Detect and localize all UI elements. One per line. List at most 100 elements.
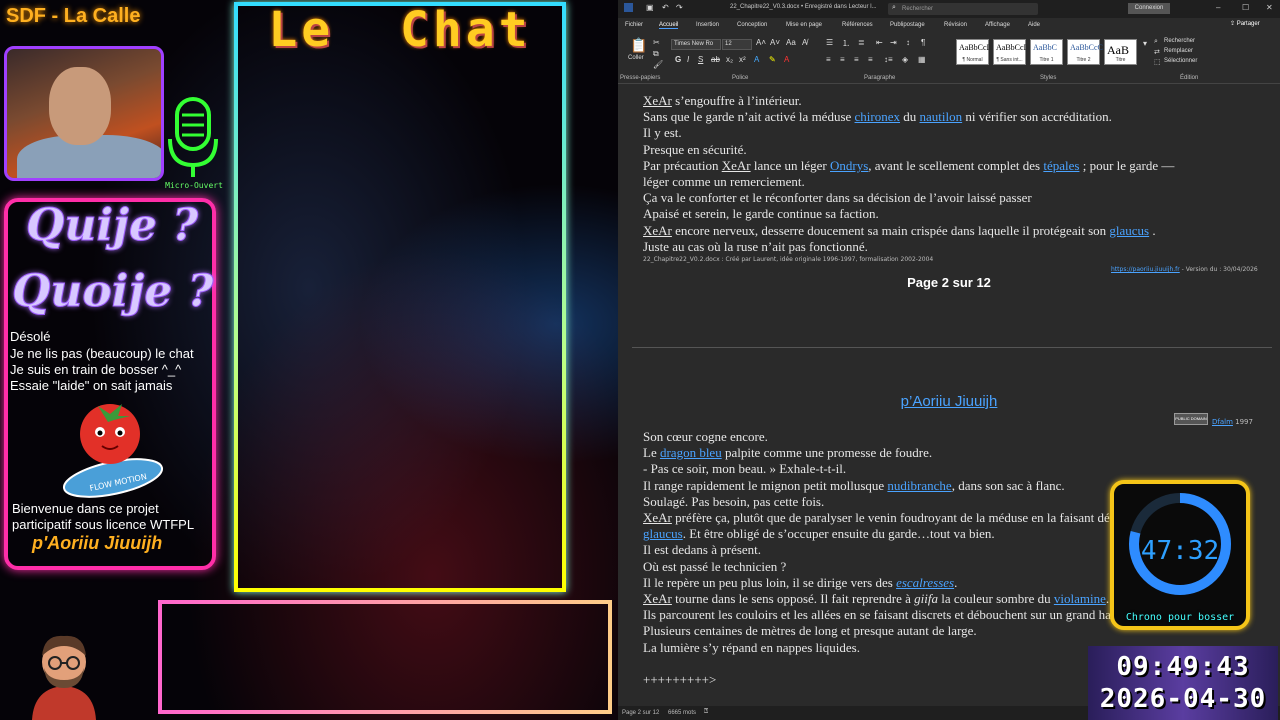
status-words[interactable]: 6665 mots xyxy=(668,710,696,716)
tab-conception[interactable]: Conception xyxy=(737,22,767,28)
tab-revision[interactable]: Révision xyxy=(944,22,967,28)
redo-icon[interactable]: ↷ xyxy=(676,3,683,12)
style-no-spacing[interactable]: AaBbCcI ¶ Sans int... xyxy=(993,39,1026,65)
text-line: La lumière s’y répand en nappes liquides… xyxy=(643,640,860,656)
text-span: . xyxy=(1105,591,1110,606)
text-effects-icon[interactable]: A xyxy=(754,55,759,64)
undo-icon[interactable]: ↶ xyxy=(662,3,669,12)
sort-icon[interactable]: ↕ xyxy=(906,38,910,47)
italic-icon[interactable]: I xyxy=(687,55,689,64)
find-button[interactable]: Rechercher xyxy=(1164,38,1195,44)
page-number: Page 2 sur 12 xyxy=(907,275,991,290)
tab-aide[interactable]: Aide xyxy=(1028,22,1040,28)
glossary-link[interactable]: Ondrys xyxy=(830,158,868,173)
tab-references[interactable]: Références xyxy=(842,22,873,28)
bold-icon[interactable]: G xyxy=(675,55,681,64)
proofing-icon[interactable]: ⍰ xyxy=(704,708,708,716)
save-icon[interactable]: ▣ xyxy=(646,3,654,12)
style-heading1[interactable]: AaBbC Titre 1 xyxy=(1030,39,1063,65)
document-author-heading: p’Aoriiu Jiuuijh xyxy=(900,393,998,410)
welcome-line: participatif sous licence WTFPL xyxy=(12,517,195,532)
tab-publipostage[interactable]: Publipostage xyxy=(890,22,925,28)
tab-insertion[interactable]: Insertion xyxy=(696,22,719,28)
clear-format-icon[interactable]: A̸ xyxy=(802,38,807,47)
justify-icon[interactable]: ≡ xyxy=(868,55,873,64)
tab-fichier[interactable]: Fichier xyxy=(625,22,643,28)
footer-link[interactable]: https://paoriiu.jiuuijh.fr xyxy=(1111,266,1180,273)
superscript-icon[interactable]: x² xyxy=(739,55,746,64)
replace-button[interactable]: Remplacer xyxy=(1164,48,1193,54)
text-span: XeAr xyxy=(643,222,672,238)
glossary-link[interactable]: chironex xyxy=(855,109,900,124)
shading-icon[interactable]: ◈ xyxy=(902,55,908,64)
glossary-link[interactable]: escalresses xyxy=(896,575,954,590)
text-span: s’engouffre à l’intérieur. xyxy=(671,93,802,108)
shrink-font-icon[interactable]: A˅ xyxy=(770,38,780,47)
search-box[interactable]: Rechercher xyxy=(888,3,1038,15)
strikethrough-icon[interactable]: ab xyxy=(711,55,720,64)
text-line: XeAr encore nerveux, desserre doucement … xyxy=(643,223,1156,239)
change-case-icon[interactable]: Aa xyxy=(786,38,796,47)
font-color-icon[interactable]: A xyxy=(784,55,789,64)
tab-affichage[interactable]: Affichage xyxy=(985,22,1010,28)
glossary-link[interactable]: nudibranche xyxy=(887,478,951,493)
text-span: , dans son sac à flanc. xyxy=(951,477,1065,493)
copy-icon[interactable]: ⧉ xyxy=(653,49,659,59)
grow-font-icon[interactable]: A˄ xyxy=(756,38,766,47)
align-left-icon[interactable]: ≡ xyxy=(826,55,831,64)
glossary-link[interactable]: violamine xyxy=(1054,591,1106,606)
underline-icon[interactable]: S xyxy=(698,55,703,64)
style-heading2[interactable]: AaBbCcC Titre 2 xyxy=(1067,39,1103,65)
text-span: . xyxy=(1149,222,1156,238)
tab-mise-en-page[interactable]: Mise en page xyxy=(786,22,822,28)
tab-accueil[interactable]: Accueil xyxy=(659,22,679,29)
clipboard-icon[interactable]: 📋 xyxy=(630,37,647,54)
subscript-icon[interactable]: x₂ xyxy=(726,55,733,64)
share-button[interactable]: ⇪ Partager xyxy=(1230,20,1260,27)
close-icon[interactable]: ✕ xyxy=(1266,3,1273,12)
status-page[interactable]: Page 2 sur 12 xyxy=(622,710,659,716)
connect-button[interactable]: Connexion xyxy=(1128,3,1170,14)
bullets-icon[interactable]: ☰ xyxy=(826,38,833,47)
text-line: - Pas ce soir, mon beau. » Exhale-t-t-il… xyxy=(643,461,846,477)
paste-button[interactable]: Coller xyxy=(628,55,644,61)
numbering-icon[interactable]: ⒈ xyxy=(842,38,850,49)
format-painter-icon[interactable]: 🖌 xyxy=(653,60,663,69)
message-line: Je ne lis pas (beaucoup) le chat xyxy=(10,346,194,361)
highlight-icon[interactable]: ✎ xyxy=(769,55,776,64)
clock-time: 09:49:43 xyxy=(1116,652,1250,682)
clock-date: 2026-04-30 xyxy=(1099,684,1267,714)
pilcrow-icon[interactable]: ¶ xyxy=(921,38,925,47)
text-line: XeAr préfère ça, plutôt que de paralyser… xyxy=(643,510,1178,526)
text-span: XeAr xyxy=(643,510,672,525)
glossary-link[interactable]: glaucus xyxy=(1109,223,1149,238)
select-button[interactable]: Sélectionner xyxy=(1164,58,1197,64)
borders-icon[interactable]: ▦ xyxy=(918,55,926,64)
cut-icon[interactable]: ✂ xyxy=(653,38,660,47)
align-right-icon[interactable]: ≡ xyxy=(854,55,859,64)
text-span: Sans que le garde n’ait activé la méduse xyxy=(643,109,855,125)
stream-title: SDF - La Calle xyxy=(6,5,141,27)
minimize-icon[interactable]: – xyxy=(1216,3,1220,12)
style-normal[interactable]: AaBbCcI ¶ Normal xyxy=(956,39,989,65)
glossary-link[interactable]: glaucus xyxy=(643,526,683,541)
welcome-line: Bienvenue dans ce projet xyxy=(12,501,159,516)
align-center-icon[interactable]: ≡ xyxy=(840,55,845,64)
multilevel-list-icon[interactable]: ≣ xyxy=(858,38,865,47)
replace-icon[interactable]: ⇄ xyxy=(1154,48,1160,56)
increase-indent-icon[interactable]: ⇥ xyxy=(890,38,897,47)
glossary-link[interactable]: dragon bleu xyxy=(660,445,722,460)
line-spacing-icon[interactable]: ↕≡ xyxy=(884,55,893,64)
text-span: Il range rapidement le mignon petit moll… xyxy=(643,477,888,493)
select-icon[interactable]: ⬚ xyxy=(1154,58,1161,66)
glossary-link[interactable]: tépales xyxy=(1043,158,1079,173)
glossary-link[interactable]: nautilon xyxy=(920,109,963,124)
font-name-select[interactable]: Times New Ro xyxy=(671,39,721,50)
maximize-icon[interactable]: ☐ xyxy=(1242,3,1249,12)
font-size-select[interactable]: 12 xyxy=(722,39,752,50)
decrease-indent-icon[interactable]: ⇤ xyxy=(876,38,883,47)
style-title[interactable]: AaB Titre xyxy=(1104,39,1137,65)
group-label: Paragraphe xyxy=(864,75,896,81)
styles-scroll-icon[interactable]: ▾ xyxy=(1143,39,1147,48)
find-icon[interactable]: ⌕ xyxy=(1154,38,1158,46)
